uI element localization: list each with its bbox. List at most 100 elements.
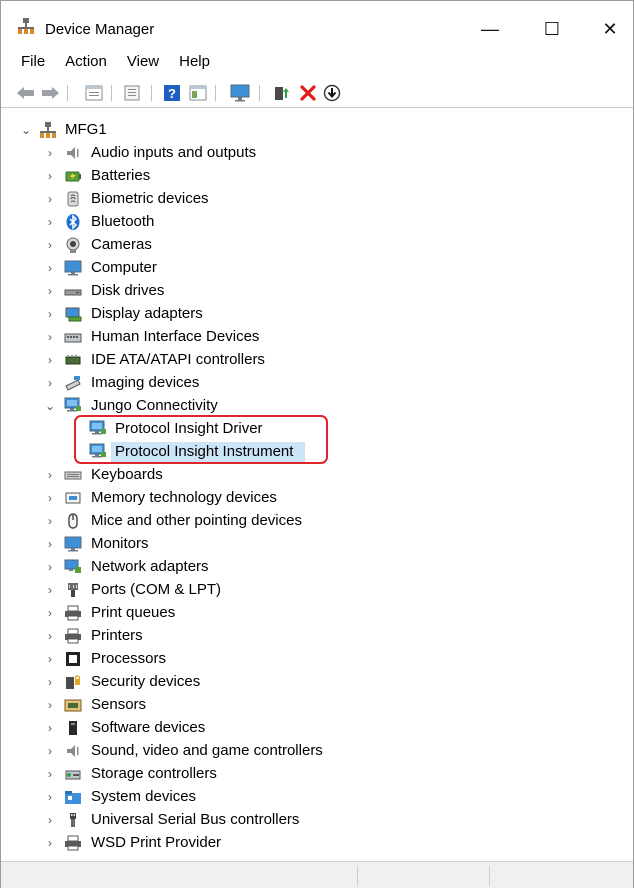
chevron-right-icon[interactable]: ›	[43, 487, 57, 509]
tree-category[interactable]: › Bluetooth	[1, 211, 633, 233]
chevron-right-icon[interactable]: ›	[43, 625, 57, 647]
chevron-right-icon[interactable]: ›	[43, 188, 57, 210]
tree-category-label: Software devices	[91, 719, 206, 736]
system-folder-icon	[64, 788, 82, 806]
tree-category[interactable]: › Imaging devices	[1, 372, 633, 394]
tree-category[interactable]: › Storage controllers	[1, 763, 633, 785]
tree-category-label: Network adapters	[91, 558, 209, 575]
tree-category[interactable]: › Ports (COM & LPT)	[1, 579, 633, 601]
close-icon: ✕	[602, 18, 618, 39]
forward-button[interactable]	[39, 83, 61, 103]
tree-category[interactable]: › Memory technology devices	[1, 487, 633, 509]
chevron-right-icon[interactable]: ›	[43, 648, 57, 670]
tree-root[interactable]: ⌄ MFG1	[1, 119, 633, 141]
menu-view[interactable]: View	[117, 51, 169, 73]
tree-category[interactable]: › Display adapters	[1, 303, 633, 325]
uninstall-device-button[interactable]	[297, 83, 319, 103]
tree-category[interactable]: › Processors	[1, 648, 633, 670]
tree-category[interactable]: › Biometric devices	[1, 188, 633, 210]
chevron-right-icon[interactable]: ›	[43, 257, 57, 279]
chevron-right-icon[interactable]: ›	[43, 740, 57, 762]
maximize-button[interactable]: ☐	[529, 9, 575, 49]
window-title: Device Manager	[45, 21, 155, 38]
tree-category[interactable]: › Keyboards	[1, 464, 633, 486]
printer-icon	[64, 834, 82, 852]
help-button[interactable]: ?	[161, 83, 183, 103]
tree-category[interactable]: › Human Interface Devices	[1, 326, 633, 348]
tree-category[interactable]: › Disk drives	[1, 280, 633, 302]
tree-device[interactable]: Protocol Insight Driver	[1, 418, 633, 440]
console-tree-button[interactable]	[121, 83, 143, 103]
close-button[interactable]: ✕	[587, 9, 633, 49]
tree-category-label: Human Interface Devices	[91, 328, 260, 345]
chevron-down-icon[interactable]: ⌄	[19, 119, 33, 141]
chevron-right-icon[interactable]: ›	[43, 303, 57, 325]
chevron-right-icon[interactable]: ›	[43, 349, 57, 371]
tree-category-label: Bluetooth	[91, 213, 155, 230]
tree-category-label: WSD Print Provider	[91, 834, 222, 851]
chevron-right-icon[interactable]: ›	[43, 326, 57, 348]
minimize-button[interactable]: —	[467, 9, 513, 49]
tree-category[interactable]: › Printers	[1, 625, 633, 647]
chevron-right-icon[interactable]: ›	[43, 165, 57, 187]
chevron-right-icon[interactable]: ›	[43, 717, 57, 739]
tree-category[interactable]: › Cameras	[1, 234, 633, 256]
view-button[interactable]	[187, 83, 209, 103]
tree-category[interactable]: › Print queues	[1, 602, 633, 624]
tree-category[interactable]: › Software devices	[1, 717, 633, 739]
tree-category-label: Universal Serial Bus controllers	[91, 811, 300, 828]
chevron-right-icon[interactable]: ›	[43, 464, 57, 486]
tree-category[interactable]: › Computer	[1, 257, 633, 279]
tree-category-label: System devices	[91, 788, 197, 805]
tree-category[interactable]: › Sensors	[1, 694, 633, 716]
tree-category[interactable]: › WSD Print Provider	[1, 832, 633, 854]
scan-hardware-button[interactable]	[321, 83, 343, 103]
tree-category-label: Jungo Connectivity	[91, 397, 218, 414]
chevron-right-icon[interactable]: ›	[43, 832, 57, 854]
chevron-right-icon[interactable]: ›	[43, 671, 57, 693]
tree-category[interactable]: › Security devices	[1, 671, 633, 693]
chevron-right-icon[interactable]: ›	[43, 602, 57, 624]
chevron-right-icon[interactable]: ›	[43, 694, 57, 716]
scan-hardware-icon	[323, 84, 341, 102]
menu-action[interactable]: Action	[55, 51, 117, 73]
monitor-button[interactable]	[229, 83, 251, 103]
tree-category[interactable]: › Audio inputs and outputs	[1, 142, 633, 164]
chevron-right-icon[interactable]: ›	[43, 809, 57, 831]
chevron-right-icon[interactable]: ›	[43, 234, 57, 256]
tree-category-label: Batteries	[91, 167, 151, 184]
menu-file[interactable]: File	[11, 51, 55, 73]
menu-help[interactable]: Help	[169, 51, 220, 73]
update-driver-button[interactable]	[271, 83, 293, 103]
chevron-right-icon[interactable]: ›	[43, 280, 57, 302]
chevron-right-icon[interactable]: ›	[43, 211, 57, 233]
chevron-down-icon[interactable]: ⌄	[43, 395, 57, 417]
maximize-icon: ☐	[543, 18, 561, 39]
tree-category[interactable]: › IDE ATA/ATAPI controllers	[1, 349, 633, 371]
tree-category[interactable]: › Mice and other pointing devices	[1, 510, 633, 532]
tree-category-label: Printers	[91, 627, 143, 644]
monitor-icon	[64, 535, 82, 553]
properties-button[interactable]	[83, 83, 105, 103]
chevron-right-icon[interactable]: ›	[43, 786, 57, 808]
chevron-right-icon[interactable]: ›	[43, 556, 57, 578]
network-monitor-icon	[89, 443, 107, 461]
back-button[interactable]	[15, 83, 37, 103]
tree-category[interactable]: › Batteries	[1, 165, 633, 187]
tree-device[interactable]: Protocol Insight Instrument	[1, 441, 633, 463]
tree-category[interactable]: ⌄ Jungo Connectivity	[1, 395, 633, 417]
chevron-right-icon[interactable]: ›	[43, 533, 57, 555]
chevron-right-icon[interactable]: ›	[43, 579, 57, 601]
chevron-right-icon[interactable]: ›	[43, 510, 57, 532]
software-device-icon	[64, 719, 82, 737]
tree-category[interactable]: › Network adapters	[1, 556, 633, 578]
tree-category[interactable]: › Monitors	[1, 533, 633, 555]
chevron-right-icon[interactable]: ›	[43, 372, 57, 394]
device-tree: ⌄ MFG1 › Audio inputs and outputs › Batteri…	[1, 111, 633, 851]
chevron-right-icon[interactable]: ›	[43, 763, 57, 785]
tree-category[interactable]: › Universal Serial Bus controllers	[1, 809, 633, 831]
tree-category[interactable]: › Sound, video and game controllers	[1, 740, 633, 762]
tree-category[interactable]: › System devices	[1, 786, 633, 808]
chevron-right-icon[interactable]: ›	[43, 142, 57, 164]
monitor-icon	[230, 84, 250, 102]
